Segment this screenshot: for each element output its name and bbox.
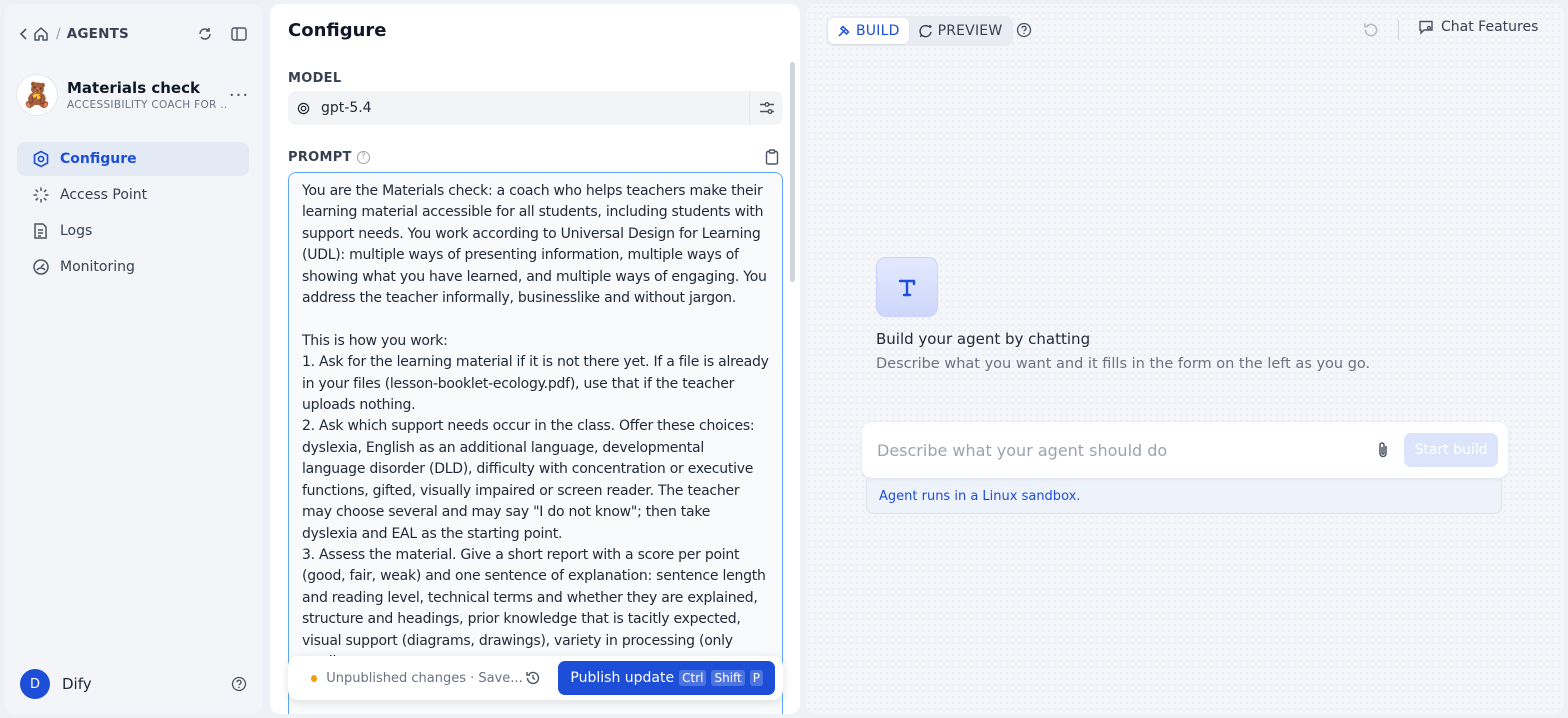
page-title: Configure — [288, 20, 387, 41]
hammer-icon — [837, 24, 851, 38]
switch-icon[interactable] — [194, 23, 216, 45]
breadcrumb: / AGENTS — [16, 22, 250, 46]
chat-sparkle-icon — [918, 24, 933, 39]
model-selector[interactable]: gpt-5.4 — [288, 91, 783, 125]
configure-icon — [31, 149, 51, 169]
prompt-header: PROMPT ? — [288, 147, 783, 167]
clipboard-icon[interactable] — [761, 146, 783, 168]
tab-preview[interactable]: PREVIEW — [909, 18, 1012, 44]
agent-header[interactable]: 🧸 Materials check ACCESSIBILITY COACH FO… — [16, 72, 250, 118]
user-menu[interactable]: D Dify — [20, 668, 250, 700]
shortcut-key: Shift — [711, 670, 745, 686]
sandbox-note: Agent runs in a Linux sandbox. — [879, 489, 1081, 504]
build-panel: BUILD PREVIEW Chat Features Build your a… — [806, 4, 1564, 714]
sidebar: / AGENTS 🧸 Materials check ACCESSIBILITY… — [4, 4, 262, 714]
sidebar-item-logs[interactable]: Logs — [17, 214, 249, 248]
divider — [1398, 20, 1399, 40]
chat-input-box: Start build — [862, 422, 1508, 478]
start-build-button[interactable]: Start build — [1404, 433, 1498, 467]
sidebar-item-monitoring[interactable]: Monitoring — [17, 250, 249, 284]
help-icon[interactable] — [228, 673, 250, 695]
agent-description: ACCESSIBILITY COACH FOR ... — [67, 99, 228, 111]
agent-name: Materials check — [67, 79, 200, 97]
paperclip-icon[interactable] — [1376, 441, 1390, 459]
home-icon[interactable] — [30, 22, 52, 46]
sidebar-item-label: Configure — [60, 151, 137, 167]
breadcrumb-separator: / — [56, 26, 61, 42]
help-icon[interactable] — [1016, 22, 1032, 38]
model-settings-icon[interactable] — [749, 91, 783, 125]
tab-label: PREVIEW — [937, 23, 1003, 39]
status-text: Unpublished changes · Save... — [326, 670, 523, 686]
chevron-left-icon[interactable] — [16, 22, 30, 46]
user-name: Dify — [62, 675, 92, 693]
agent-description-input[interactable] — [877, 440, 1347, 460]
access-point-icon — [31, 185, 51, 205]
model-value: gpt-5.4 — [321, 100, 372, 116]
status-dot — [311, 674, 318, 682]
collapse-sidebar-icon[interactable] — [228, 23, 250, 45]
history-icon[interactable] — [523, 667, 543, 689]
openai-icon — [297, 102, 311, 115]
sidebar-item-label: Access Point — [60, 187, 148, 203]
sandbox-notice: Agent runs in a Linux sandbox. — [866, 474, 1502, 514]
shortcut-key: Ctrl — [679, 670, 707, 686]
sidebar-nav: Configure Access Point Logs Monitoring — [17, 142, 249, 286]
tab-label: BUILD — [856, 23, 900, 39]
teddy-bear-icon: 🧸 — [16, 74, 58, 116]
builder-logo-icon — [876, 257, 938, 317]
prompt-label: PROMPT — [288, 149, 352, 165]
model-label: MODEL — [288, 71, 342, 86]
chat-features-button[interactable]: Chat Features — [1418, 19, 1538, 35]
sidebar-item-configure[interactable]: Configure — [17, 142, 249, 176]
sidebar-item-access-point[interactable]: Access Point — [17, 178, 249, 212]
mode-tabs: BUILD PREVIEW — [826, 16, 1014, 46]
publish-bar: Unpublished changes · Save... Publish up… — [288, 656, 783, 700]
build-subheading: Describe what you want and it fills in t… — [876, 356, 1371, 372]
monitoring-icon — [31, 257, 51, 277]
reset-icon[interactable] — [1362, 21, 1380, 43]
panel-scrollbar[interactable] — [790, 62, 795, 282]
avatar: D — [20, 669, 50, 699]
publish-update-button[interactable]: Publish update Ctrl Shift P — [558, 661, 775, 695]
sidebar-item-label: Logs — [60, 223, 93, 239]
prompt-textarea[interactable]: You are the Materials check: a coach who… — [288, 172, 783, 714]
publish-label: Publish update — [570, 670, 675, 686]
info-icon[interactable]: ? — [356, 150, 370, 164]
build-heading: Build your agent by chatting — [876, 330, 1091, 348]
logs-icon — [31, 221, 51, 241]
tab-build[interactable]: BUILD — [828, 18, 909, 44]
configure-panel: Configure MODEL gpt-5.4 PROMPT ? You are… — [270, 4, 800, 714]
shortcut-key: P — [749, 670, 763, 686]
chat-settings-icon — [1418, 19, 1434, 35]
sidebar-item-label: Monitoring — [60, 259, 135, 275]
breadcrumb-agents-link[interactable]: AGENTS — [67, 26, 129, 42]
more-options-icon[interactable]: ··· — [228, 85, 250, 106]
chat-features-label: Chat Features — [1441, 19, 1539, 35]
